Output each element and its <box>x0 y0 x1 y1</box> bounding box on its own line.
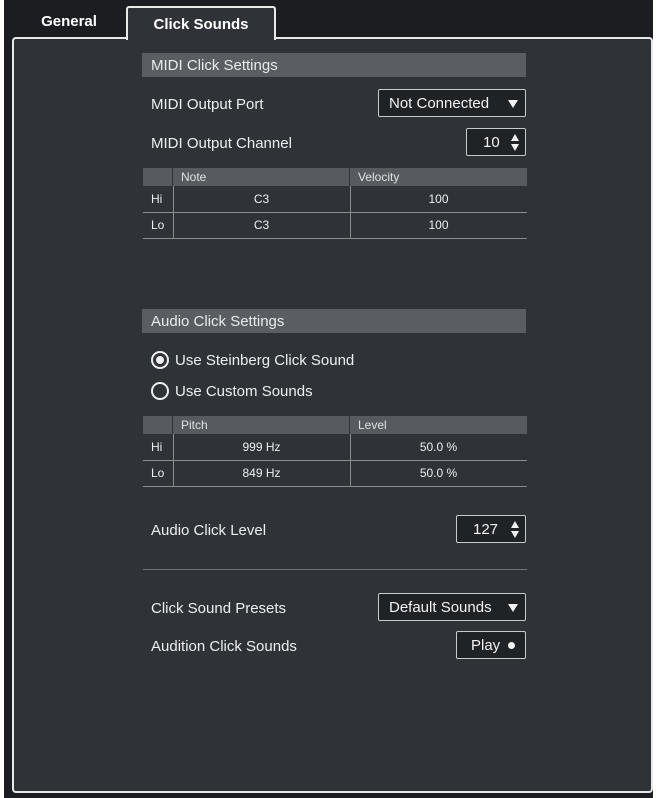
column-header-velocity: Velocity <box>350 168 527 186</box>
table-divider <box>143 460 527 461</box>
radio-use-custom-label: Use Custom Sounds <box>175 382 313 400</box>
radio-use-steinberg-label: Use Steinberg Click Sound <box>175 351 355 369</box>
radio-use-steinberg[interactable]: Use Steinberg Click Sound <box>151 349 354 371</box>
audio-click-level-label: Audio Click Level <box>151 522 267 539</box>
audio-pitch-table: Pitch Level Hi 999 Hz 50.0 % Lo 849 Hz 5… <box>143 416 527 490</box>
midi-lo-note[interactable]: C3 <box>173 214 350 236</box>
row-label-lo: Lo <box>151 218 165 232</box>
midi-output-port-label: MIDI Output Port <box>151 96 264 113</box>
table-divider <box>143 238 527 239</box>
table-column-divider <box>350 434 351 486</box>
tab-click-sounds[interactable]: Click Sounds <box>126 6 276 40</box>
tab-general-label: General <box>41 12 97 30</box>
radio-use-custom[interactable]: Use Custom Sounds <box>151 380 313 402</box>
tab-general[interactable]: General <box>24 6 114 36</box>
table-column-divider <box>173 434 174 486</box>
midi-lo-velocity[interactable]: 100 <box>350 214 527 236</box>
click-sound-presets-dropdown[interactable]: Default Sounds <box>378 593 526 621</box>
column-header-row <box>143 416 172 434</box>
audio-hi-pitch[interactable]: 999 Hz <box>173 436 350 458</box>
table-divider <box>143 486 527 487</box>
play-button[interactable]: Play <box>456 631 526 659</box>
tab-click-sounds-label: Click Sounds <box>153 15 249 33</box>
midi-section-title: MIDI Click Settings <box>151 56 278 74</box>
audio-click-level-value: 127 <box>473 520 499 538</box>
midi-hi-note[interactable]: C3 <box>173 188 350 210</box>
audio-hi-level[interactable]: 50.0 % <box>350 436 527 458</box>
stepper-up-icon[interactable] <box>511 134 519 141</box>
click-sound-presets-label: Click Sound Presets <box>151 600 287 617</box>
midi-output-channel-stepper[interactable]: 10 <box>466 128 526 156</box>
row-label-hi: Hi <box>151 192 163 206</box>
audio-lo-pitch[interactable]: 849 Hz <box>173 462 350 484</box>
midi-note-table: Note Velocity Hi C3 100 Lo C3 100 <box>143 168 527 242</box>
record-dot-icon <box>508 642 515 649</box>
midi-output-port-dropdown[interactable]: Not Connected <box>378 89 526 117</box>
click-sound-presets-value: Default Sounds <box>389 598 492 616</box>
column-header-note: Note <box>173 168 349 186</box>
audition-click-sounds-label: Audition Click Sounds <box>151 638 297 655</box>
midi-output-port-value: Not Connected <box>389 94 490 112</box>
stepper-down-icon[interactable] <box>511 144 519 151</box>
table-divider <box>143 212 527 213</box>
radio-selected-icon <box>151 351 169 369</box>
stepper-up-icon[interactable] <box>511 521 519 528</box>
chevron-down-icon <box>508 100 518 108</box>
row-label-hi: Hi <box>151 440 163 454</box>
column-header-pitch: Pitch <box>173 416 349 434</box>
midi-output-channel-label: MIDI Output Channel <box>151 135 292 152</box>
audio-section-title: Audio Click Settings <box>151 312 285 330</box>
chevron-down-icon <box>508 604 518 612</box>
audio-section-header: Audio Click Settings <box>142 309 526 333</box>
audio-click-level-stepper[interactable]: 127 <box>456 515 526 543</box>
table-column-divider <box>173 186 174 238</box>
midi-output-channel-value: 10 <box>483 133 500 151</box>
audio-lo-level[interactable]: 50.0 % <box>350 462 527 484</box>
section-divider <box>143 569 527 570</box>
click-sounds-panel: MIDI Click Settings MIDI Output Port Not… <box>12 37 653 793</box>
column-header-level: Level <box>350 416 527 434</box>
column-header-row <box>143 168 172 186</box>
stepper-down-icon[interactable] <box>511 531 519 538</box>
table-column-divider <box>350 186 351 238</box>
midi-section-header: MIDI Click Settings <box>142 53 526 77</box>
play-button-label: Play <box>471 636 501 654</box>
preferences-window: General Click Sounds MIDI Click Settings… <box>4 0 653 798</box>
radio-unselected-icon <box>151 382 169 400</box>
midi-hi-velocity[interactable]: 100 <box>350 188 527 210</box>
row-label-lo: Lo <box>151 466 165 480</box>
